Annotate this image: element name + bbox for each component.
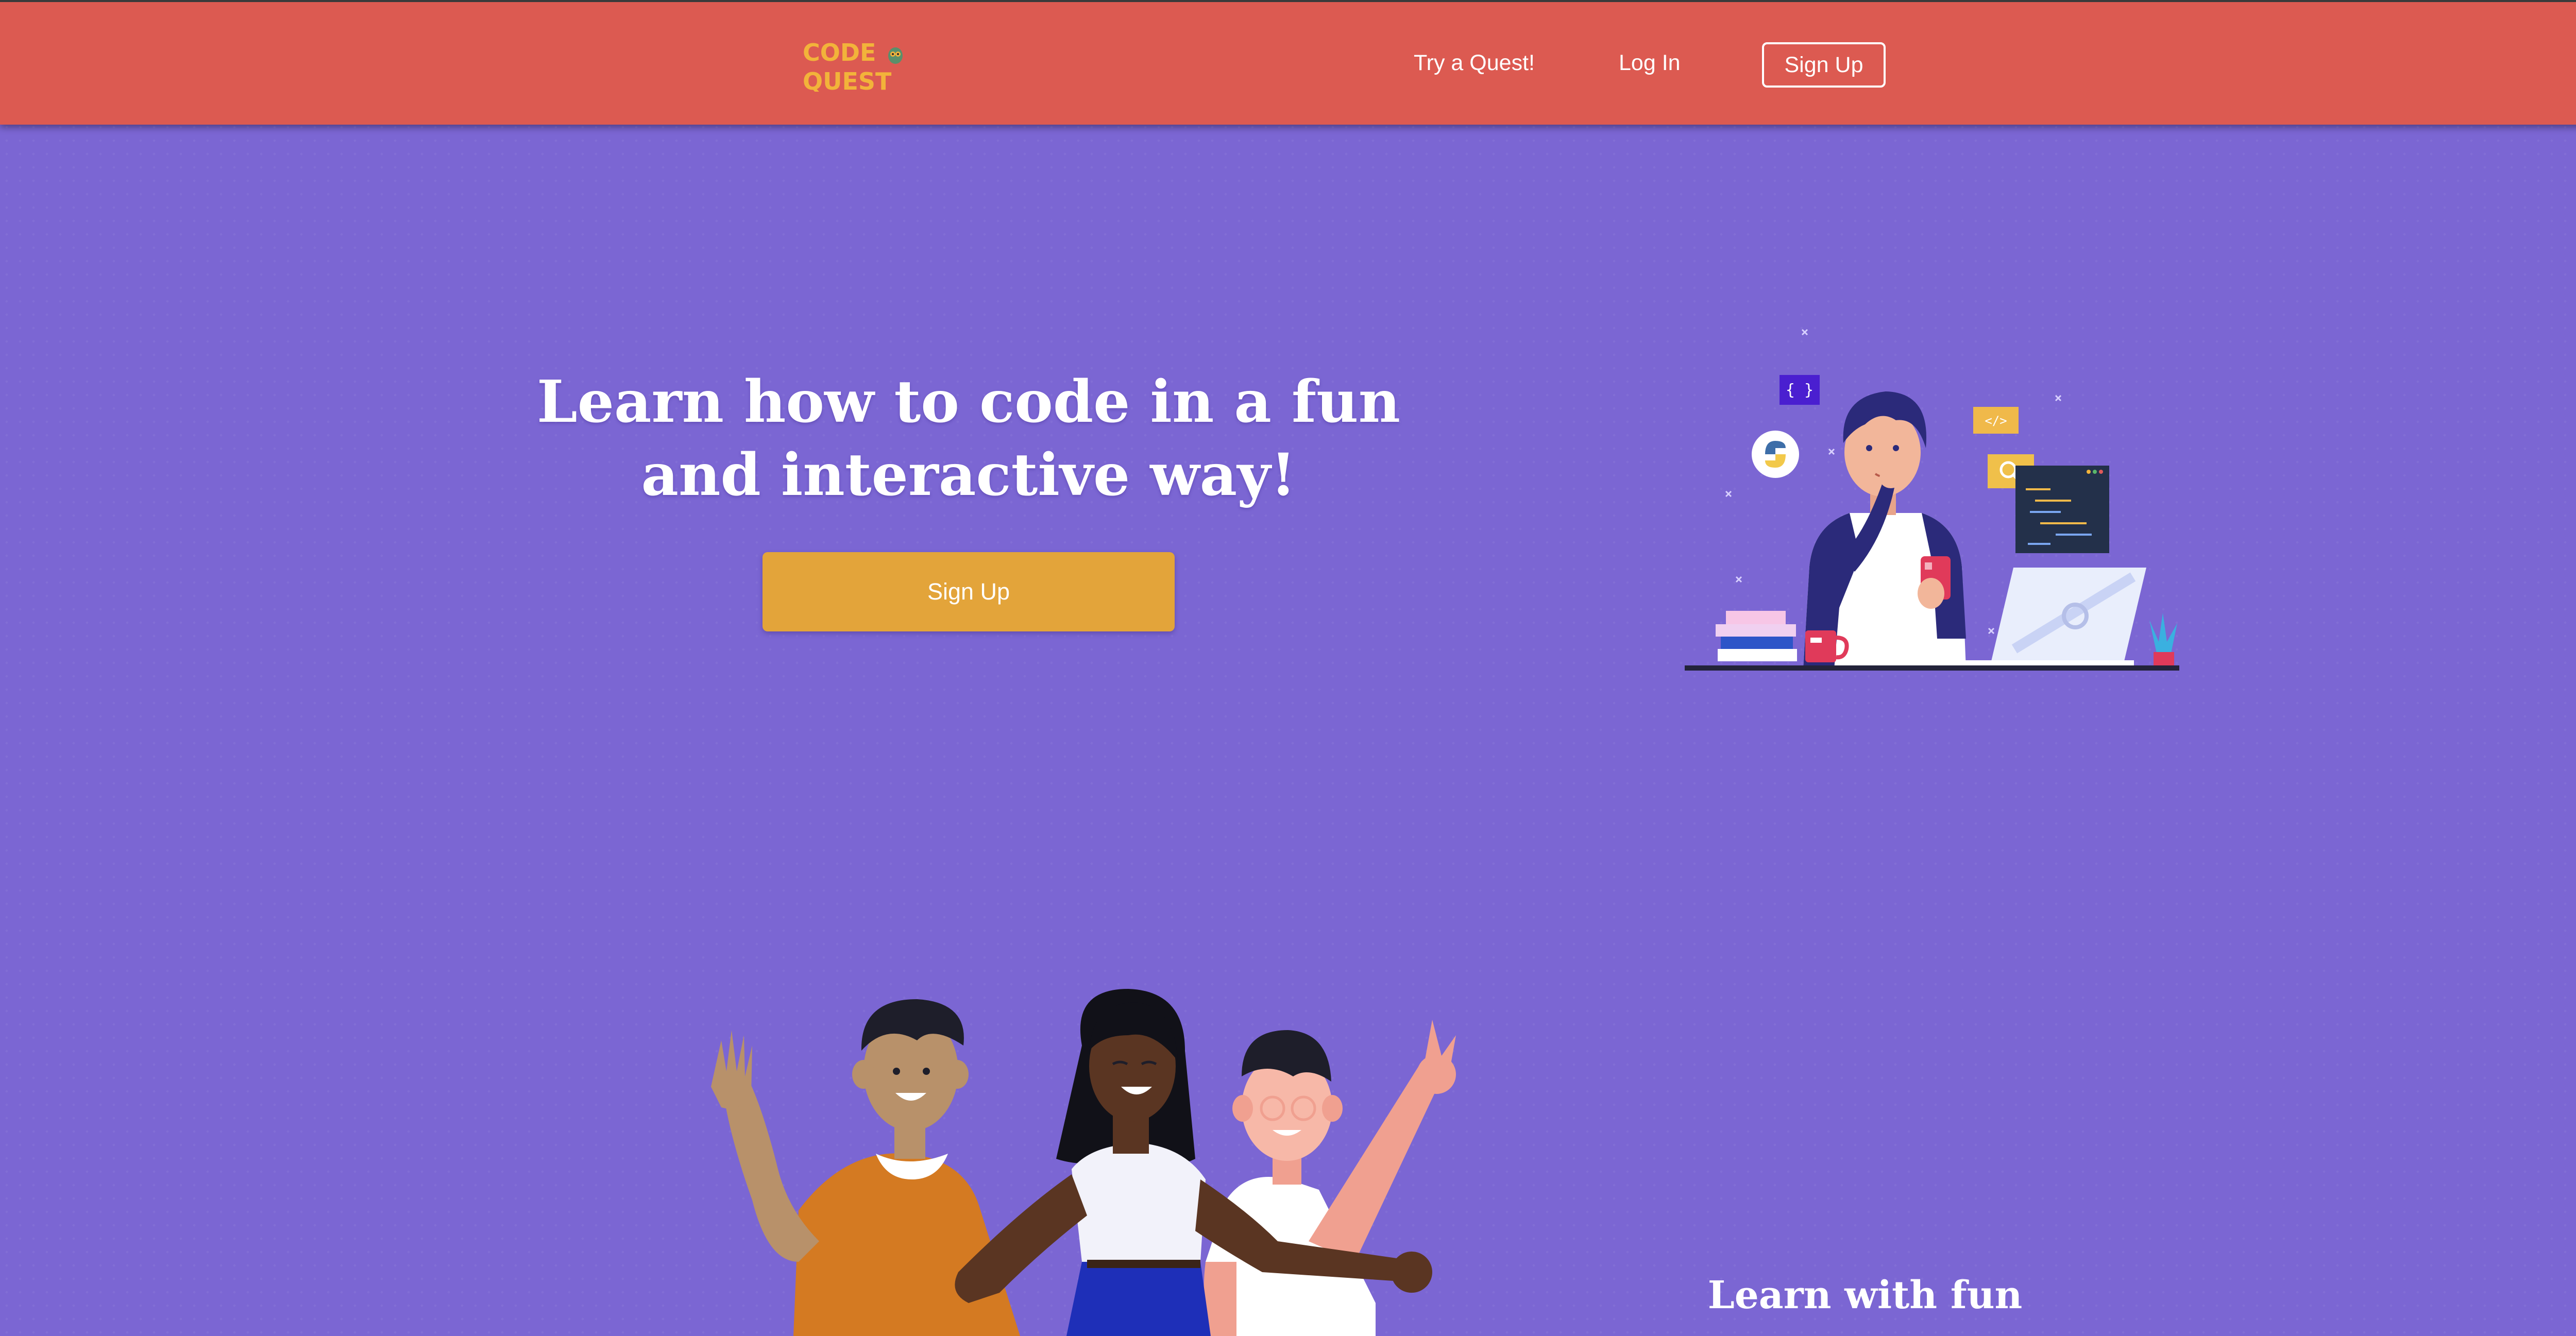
nav-link-try-quest[interactable]: Try a Quest!: [1414, 47, 1535, 78]
coder-person: [1803, 391, 1966, 670]
code-quest-logo[interactable]: CODE QUEST: [802, 38, 910, 92]
section-title-learn-with-fun: Learn with fun: [1707, 1273, 2023, 1317]
owl-icon: [888, 47, 903, 64]
top-navbar: CODE QUEST Try a Quest! Log In Sign Up: [0, 0, 2576, 125]
laptop-icon: [1964, 568, 2146, 666]
hero-title: Learn how to code in a fun and interacti…: [536, 368, 1400, 509]
code-brackets-icon: { }: [1780, 375, 1820, 405]
friends-illustration: [690, 973, 1556, 1336]
coder-illustration: { } </>: [1680, 319, 2184, 675]
hero-sign-up-button[interactable]: Sign Up: [762, 552, 1175, 631]
nav-sign-up-button[interactable]: Sign Up: [1762, 42, 1886, 88]
tag-badge-text: </>: [1985, 414, 2007, 428]
code-window-icon: [2015, 466, 2109, 553]
html-tag-icon: </>: [1973, 407, 2019, 434]
books-stack: [1716, 611, 1797, 661]
logo-graphic: CODE QUEST: [803, 39, 903, 92]
code-badge-text: { }: [1786, 381, 1814, 399]
desk-surface: [1685, 665, 2179, 671]
python-icon: [1752, 431, 1799, 478]
logo-line2: QUEST: [803, 67, 892, 92]
logo-line1: CODE: [803, 39, 876, 66]
nav-link-log-in[interactable]: Log In: [1619, 47, 1681, 78]
plant-icon: [2149, 613, 2177, 666]
